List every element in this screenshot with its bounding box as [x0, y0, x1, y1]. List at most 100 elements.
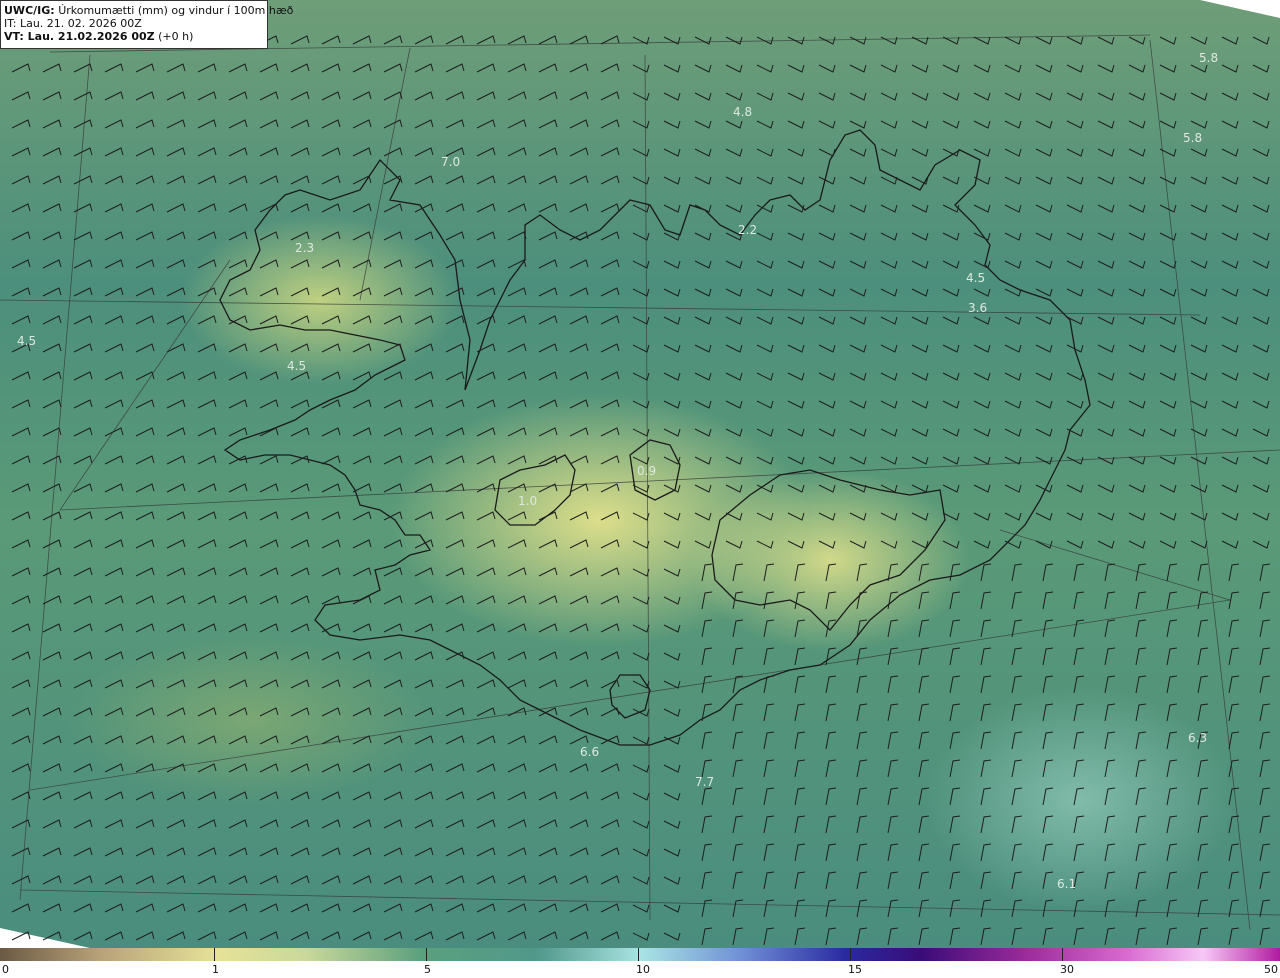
- wind-barb: [135, 679, 155, 689]
- wind-barb: [445, 455, 465, 465]
- wind-barb: [1228, 731, 1240, 750]
- wind-barb: [73, 735, 93, 745]
- wind-barb: [135, 91, 155, 101]
- wind-barb: [1097, 344, 1115, 353]
- wind-barb: [259, 679, 279, 689]
- wind-barb: [980, 815, 992, 834]
- wind-barb: [259, 511, 279, 521]
- wind-barb: [763, 871, 775, 890]
- wind-barb: [73, 651, 93, 661]
- wind-barb: [321, 483, 341, 493]
- wind-barb: [166, 203, 186, 213]
- wind-barb: [701, 843, 713, 862]
- wind-barb: [911, 484, 929, 493]
- wind-barb: [383, 875, 403, 885]
- wind-barb: [942, 540, 960, 549]
- wind-barb: [73, 511, 93, 521]
- wind-barb: [1035, 344, 1053, 353]
- wind-barb: [507, 147, 527, 157]
- wind-barb: [228, 119, 248, 129]
- wind-barb: [259, 875, 279, 885]
- wind-barb: [887, 871, 899, 890]
- wind-barb: [290, 623, 310, 633]
- wind-barb: [42, 231, 62, 241]
- wind-barb: [980, 647, 992, 666]
- wind-barb: [73, 791, 93, 801]
- wind-barb: [918, 759, 930, 778]
- wind-barb: [949, 815, 961, 834]
- wind-barb: [949, 647, 961, 666]
- wind-barb: [476, 819, 496, 829]
- wind-barb: [942, 120, 960, 129]
- wind-barb: [725, 64, 743, 73]
- wind-barb: [794, 647, 806, 666]
- wind-barb: [949, 731, 961, 750]
- wind-barb: [1035, 260, 1053, 269]
- wind-barb: [887, 843, 899, 862]
- wind-barb: [1066, 92, 1084, 101]
- wind-barb: [1128, 484, 1146, 493]
- wind-barb: [600, 427, 620, 437]
- wind-barb: [942, 316, 960, 325]
- wind-barb: [1011, 647, 1023, 666]
- wind-barb: [445, 847, 465, 857]
- wind-barb: [1035, 428, 1053, 437]
- wind-barb: [166, 147, 186, 157]
- wind-barb: [42, 623, 62, 633]
- wind-barb: [1073, 563, 1085, 582]
- wind-barb: [1159, 120, 1177, 129]
- wind-barb: [42, 91, 62, 101]
- wind-barb: [476, 539, 496, 549]
- wind-barb: [228, 763, 248, 773]
- wind-barb: [973, 428, 991, 437]
- wind-barb: [787, 400, 805, 409]
- wind-barb: [538, 819, 558, 829]
- wind-barb: [445, 511, 465, 521]
- wind-barb: [663, 652, 681, 661]
- wind-barb: [352, 399, 372, 409]
- wind-barb: [701, 815, 713, 834]
- wind-barb: [507, 679, 527, 689]
- wind-barb: [725, 512, 743, 521]
- wind-barb: [73, 343, 93, 353]
- wind-barb: [663, 400, 681, 409]
- wind-barb: [849, 64, 867, 73]
- wind-barb: [1042, 647, 1054, 666]
- wind-barb: [476, 231, 496, 241]
- wind-barb: [445, 595, 465, 605]
- wind-barb: [732, 787, 744, 806]
- wind-barb: [259, 455, 279, 465]
- wind-barb: [1097, 428, 1115, 437]
- wind-barb: [538, 483, 558, 493]
- wind-barb: [569, 791, 589, 801]
- wind-barb: [949, 563, 961, 582]
- wind-barb: [880, 204, 898, 213]
- wind-barb: [856, 899, 868, 918]
- wind-barb: [1190, 456, 1208, 465]
- wind-barb: [228, 259, 248, 269]
- wind-barb: [197, 119, 217, 129]
- wind-barb: [887, 647, 899, 666]
- wind-barb: [849, 260, 867, 269]
- wind-barb: [352, 539, 372, 549]
- wind-barb: [1042, 703, 1054, 722]
- wind-barb: [135, 203, 155, 213]
- wind-barb: [663, 708, 681, 717]
- wind-barb: [1066, 316, 1084, 325]
- wind-barb: [632, 120, 650, 129]
- wind-barb: [600, 259, 620, 269]
- wind-barb: [880, 92, 898, 101]
- wind-barb: [1252, 372, 1270, 381]
- wind-barb: [942, 176, 960, 185]
- wind-barb: [569, 35, 589, 45]
- wind-barb: [825, 731, 837, 750]
- wind-barb: [104, 63, 124, 73]
- wind-barb: [632, 848, 650, 857]
- wind-barb: [476, 343, 496, 353]
- wind-barb: [756, 456, 774, 465]
- wind-barb: [663, 148, 681, 157]
- wind-barb: [1166, 703, 1178, 722]
- wind-barb: [476, 287, 496, 297]
- wind-barb: [787, 512, 805, 521]
- wind-barb: [818, 484, 836, 493]
